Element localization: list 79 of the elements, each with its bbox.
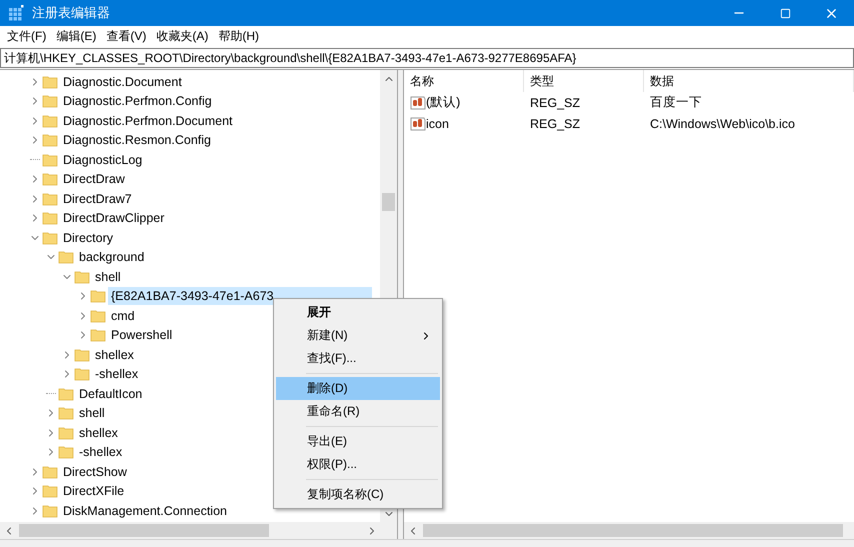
value-name[interactable]: (默认) [404,94,524,111]
maximize-icon [780,8,790,18]
folder-icon [42,502,58,519]
folder-icon [42,132,58,148]
context-menu-item[interactable]: 新建(N) [276,324,440,347]
tree-item[interactable]: cmd [108,306,138,325]
tree-item[interactable]: Diagnostic.Perfmon.Document [60,112,236,130]
folder-icon [42,112,58,129]
folder-icon [58,386,74,402]
tree-item[interactable]: background [76,248,148,266]
tree-item[interactable]: DiskManagement.Connection [60,502,230,520]
tree-item[interactable]: Powershell [108,326,176,344]
menu-item[interactable]: 编辑(E) [51,28,102,45]
folder-icon [58,249,74,266]
folder-icon [58,444,74,460]
scroll-thumb[interactable] [19,524,269,537]
menu-item[interactable]: 帮助(H) [213,28,264,45]
tree-item[interactable]: DirectXFile [60,482,128,500]
scroll-thumb[interactable] [382,193,395,211]
horizontal-scrollbar[interactable] [0,522,397,539]
tree-item[interactable]: Diagnostic.Perfmon.Config [60,92,215,110]
menu-item[interactable]: 查看(V) [101,28,152,45]
tree-line [46,392,56,395]
tree-item[interactable]: DirectDraw [60,170,128,188]
tree-item[interactable]: shell [92,268,124,286]
tree-item[interactable]: Diagnostic.Resmon.Config [60,131,214,150]
folder-icon [42,210,58,226]
tree-item[interactable]: shell [76,404,108,422]
tree-line [30,158,40,161]
folder-icon [42,152,58,168]
context-menu-item[interactable]: 查找(F)... [276,347,440,370]
tree-item[interactable]: DirectDraw7 [60,190,135,208]
folder-icon [42,464,58,480]
folder-icon [42,93,58,110]
value-type: REG_SZ [529,96,582,110]
tree-item[interactable]: Diagnostic.Document [60,72,185,91]
folder-icon [90,288,106,304]
tree-item[interactable]: DirectShow [60,462,130,481]
tree-item[interactable]: DiagnosticLog [60,150,146,169]
tree-item[interactable]: shellex [76,424,121,442]
context-menu-item[interactable]: 导出(E) [276,430,440,453]
column-header[interactable]: 名称 [404,70,524,92]
value-name[interactable]: icon [404,116,524,132]
address-field[interactable]: 计算机\HKEY_CLASSES_ROOT\Directory\background\shell\{E82A1BA7-3493-47e1-A673-9277E8695AFA} [0,48,854,68]
tree-item[interactable]: -shellex [92,365,142,384]
folder-icon [90,327,106,344]
horizontal-scrollbar[interactable] [404,522,854,539]
value-data: C:\Windows\Web\ico\b.ico [649,116,796,130]
folder-icon [74,268,90,285]
string-value-icon [410,94,426,110]
menu-item[interactable]: 收藏夹(A) [151,28,214,45]
column-header[interactable]: 数据 [644,70,854,92]
folder-icon [74,366,90,382]
folder-icon [42,171,58,188]
tree-item[interactable]: Directory [60,228,116,247]
scroll-thumb[interactable] [423,524,843,537]
context-menu-item[interactable]: 删除(D) [276,377,440,400]
window-title: 注册表编辑器 [32,4,111,22]
value-data: 百度一下 [649,94,703,111]
tree-item[interactable]: DirectDrawClipper [60,209,168,228]
menu-item[interactable]: 文件(F) [2,28,52,45]
context-menu-item[interactable]: 复制项名称(C) [276,483,440,506]
folder-icon [58,424,74,441]
folder-icon [42,483,58,500]
app-icon [8,5,24,21]
folder-icon [42,190,58,207]
folder-icon [42,74,58,90]
tree-item[interactable]: -shellex [76,443,126,462]
context-menu-item[interactable]: 重命名(R) [276,400,440,423]
string-value-icon [410,116,426,132]
folder-icon [42,230,58,246]
tree-item[interactable]: shellex [92,346,137,364]
folder-icon [90,308,106,324]
tree-item[interactable]: DefaultIcon [76,384,146,403]
context-menu-item[interactable]: 权限(P)... [276,453,440,476]
column-header[interactable]: 类型 [524,70,644,92]
value-type: REG_SZ [529,116,582,130]
folder-icon [58,405,74,422]
folder-icon [74,346,90,363]
